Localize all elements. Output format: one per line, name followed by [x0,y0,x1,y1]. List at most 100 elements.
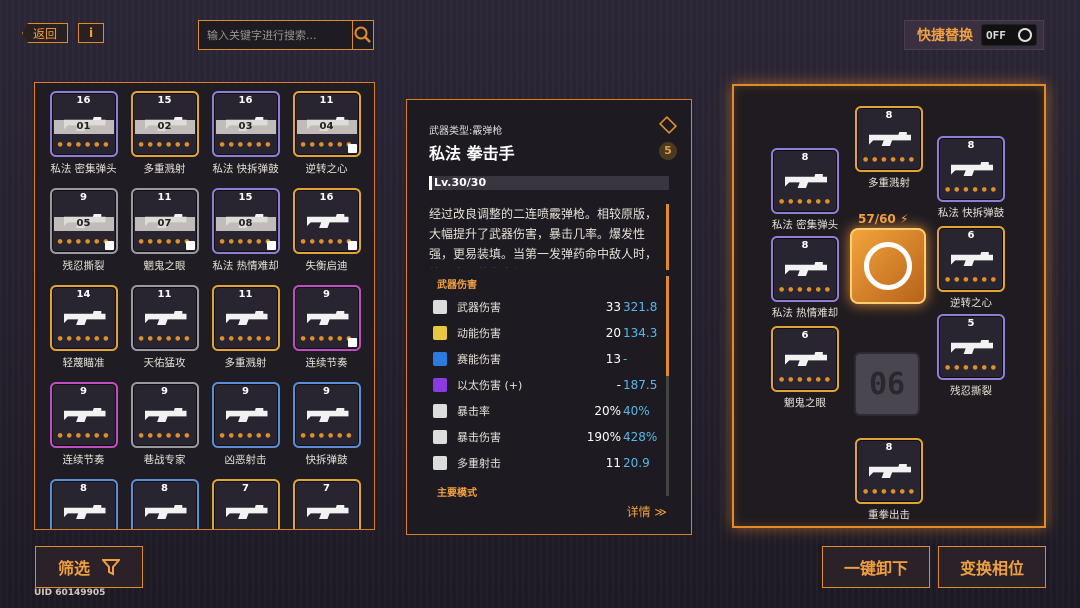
mod-card[interactable]: 8 ● ● ● ● ● ● [855,106,923,172]
mod-level: 6 [801,330,809,341]
unequip-all-button[interactable]: 一键卸下 [822,546,930,588]
search-bar [198,20,374,50]
mod-card-cell[interactable]: 11 07 ● ● ● ● ● ● 魍鬼之眼 [124,188,205,278]
mod-level: 14 [76,289,91,300]
mod-card-cell[interactable]: 9 ● ● ● ● ● ● 凶恶射击 [205,382,286,472]
mod-card[interactable]: 16 01 ● ● ● ● ● ● [49,91,118,157]
stats-scroll-thumb[interactable] [666,276,669,376]
mod-rank-dots: ● ● ● ● ● ● [138,335,191,342]
user-id: UID 60149905 [34,588,106,598]
mod-card-cell[interactable]: 9 ● ● ● ● ● ● 快拆弹鼓 [286,382,367,472]
quick-replace-toggle[interactable]: OFF [981,24,1037,46]
equipped-slot[interactable]: 8 ● ● ● ● ● ● 私法 密集弹头 [770,148,840,232]
mod-rank-dots: ● ● ● ● ● ● [300,432,353,439]
stat-row: 动能伤害 20 134.3 [433,320,663,346]
toggle-knob [1018,28,1032,42]
mod-card-cell[interactable]: 9 ● ● ● ● ● ● 巷战专家 [124,382,205,472]
mod-card[interactable]: 9 ● ● ● ● ● ● [49,382,118,448]
equipped-slot[interactable]: 8 ● ● ● ● ● ● 私法 热情难却 [770,236,840,320]
mod-card[interactable]: 5 ● ● ● ● ● ● [937,314,1005,380]
mod-card[interactable]: 7 ● ● ● ● ● ● [211,479,280,529]
mod-card[interactable]: 8 ● ● ● ● ● ● [771,148,839,214]
mod-card-cell[interactable]: 16 03 ● ● ● ● ● ● 私法 快拆弹鼓 [205,91,286,181]
filter-button[interactable]: 筛选 [35,546,143,588]
gun-icon [63,408,106,422]
gun-icon [306,505,349,519]
swap-phase-button[interactable]: 变换相位 [938,546,1046,588]
mod-card[interactable]: 15 02 ● ● ● ● ● ● [130,91,199,157]
mod-card-cell[interactable]: 16 01 ● ● ● ● ● ● 私法 密集弹头 [43,91,124,181]
mod-index-band: 02 [134,120,195,134]
details-link[interactable]: 详情 ≫ [627,503,667,520]
equipped-slot[interactable]: 8 ● ● ● ● ● ● 多重溅射 [854,106,924,190]
mod-name: 残忍撕裂 [950,385,992,397]
mod-card[interactable]: 15 08 ● ● ● ● ● ● [211,188,280,254]
mod-level: 7 [242,483,249,494]
mod-card[interactable]: 14 ● ● ● ● ● ● [49,285,118,351]
back-button[interactable]: 返回 [22,23,68,43]
lock-icon [185,241,195,250]
mod-card[interactable]: 11 04 ● ● ● ● ● ● [292,91,361,157]
mod-card-cell[interactable]: 11 ● ● ● ● ● ● 天佑猛攻 [124,285,205,375]
filter-icon [102,559,120,576]
mod-card-cell[interactable]: 9 ● ● ● ● ● ● 连续节奏 [286,285,367,375]
mod-card-cell[interactable]: 11 04 ● ● ● ● ● ● 逆转之心 [286,91,367,181]
section-weapon-damage: 武器伤害 [437,280,477,291]
mod-card[interactable]: 8 ● ● ● ● ● ● [937,136,1005,202]
mod-card[interactable]: 6 ● ● ● ● ● ● [937,226,1005,292]
mod-card[interactable]: 8 ● ● ● ● ● ● [855,438,923,504]
mod-card[interactable]: 11 07 ● ● ● ● ● ● [130,188,199,254]
mod-card[interactable]: 11 ● ● ● ● ● ● [211,285,280,351]
mod-name: 私法 热情难却 [212,260,279,272]
equipped-slot[interactable]: 6 ● ● ● ● ● ● 逆转之心 [936,226,1006,310]
info-button[interactable]: i [78,23,104,43]
mod-card-cell[interactable]: 14 ● ● ● ● ● ● 轻蔑瞄准 [43,285,124,375]
equipped-slot[interactable]: 6 ● ● ● ● ● ● 魍鬼之眼 [770,326,840,410]
mod-card[interactable]: 11 ● ● ● ● ● ● [130,285,199,351]
weapon-core[interactable] [850,228,926,304]
equipped-slot[interactable]: 8 ● ● ● ● ● ● 重拳出击 [854,438,924,522]
mod-card[interactable]: 8 ● ● ● ● ● ● [49,479,118,529]
mod-card[interactable]: 16 03 ● ● ● ● ● ● [211,91,280,157]
gun-icon [869,132,911,146]
mod-card[interactable]: 16 ● ● ● ● ● ● [292,188,361,254]
empty-slot-06[interactable]: 06 [854,352,920,416]
mod-card[interactable]: 9 ● ● ● ● ● ● [292,285,361,351]
search-input[interactable] [199,21,352,49]
stats-scrollbar[interactable] [666,276,669,496]
mod-card[interactable]: 9 ● ● ● ● ● ● [130,382,199,448]
mod-card[interactable]: 9 05 ● ● ● ● ● ● [49,188,118,254]
description-scrollbar[interactable] [666,204,669,270]
mod-card-cell[interactable]: 8 ● ● ● ● ● ● [43,479,124,529]
mod-card-cell[interactable]: 7 ● ● ● ● ● ● [286,479,367,529]
search-button[interactable] [352,21,373,49]
mod-rank-dots: ● ● ● ● ● ● [57,335,110,342]
quick-replace-label: 快捷替换 [917,28,973,44]
mod-card[interactable]: 8 ● ● ● ● ● ● [130,479,199,529]
mod-card-cell[interactable]: 9 05 ● ● ● ● ● ● 残忍撕裂 [43,188,124,278]
mod-level: 15 [157,95,172,106]
mod-card-cell[interactable]: 16 ● ● ● ● ● ● 失衡启迪 [286,188,367,278]
stat-base-value: 20% [594,404,621,418]
mod-card[interactable]: 9 ● ● ● ● ● ● [292,382,361,448]
stat-modded-value: - [623,352,628,366]
mod-card-cell[interactable]: 7 ● ● ● ● ● ● [205,479,286,529]
mod-card-cell[interactable]: 8 ● ● ● ● ● ● [124,479,205,529]
mod-card-cell[interactable]: 11 ● ● ● ● ● ● 多重溅射 [205,285,286,375]
multishot-icon [433,456,447,470]
mod-name: 天佑猛攻 [143,357,186,369]
rank-badge: 5 [659,142,677,160]
mod-card-cell[interactable]: 9 ● ● ● ● ● ● 连续节奏 [43,382,124,472]
mod-card[interactable]: 8 ● ● ● ● ● ● [771,236,839,302]
equipped-slot[interactable]: 8 ● ● ● ● ● ● 私法 快拆弹鼓 [936,136,1006,220]
mod-card[interactable]: 6 ● ● ● ● ● ● [771,326,839,392]
mod-card[interactable]: 7 ● ● ● ● ● ● [292,479,361,529]
mod-card[interactable]: 9 ● ● ● ● ● ● [211,382,280,448]
mod-rank-dots: ● ● ● ● ● ● [138,432,191,439]
mod-card-cell[interactable]: 15 08 ● ● ● ● ● ● 私法 热情难却 [205,188,286,278]
stat-row: 多重射击 11 20.9 [433,450,663,476]
mod-level: 8 [801,240,809,251]
mod-card-cell[interactable]: 15 02 ● ● ● ● ● ● 多重溅射 [124,91,205,181]
toggle-state: OFF [986,28,1006,42]
equipped-slot[interactable]: 5 ● ● ● ● ● ● 残忍撕裂 [936,314,1006,398]
